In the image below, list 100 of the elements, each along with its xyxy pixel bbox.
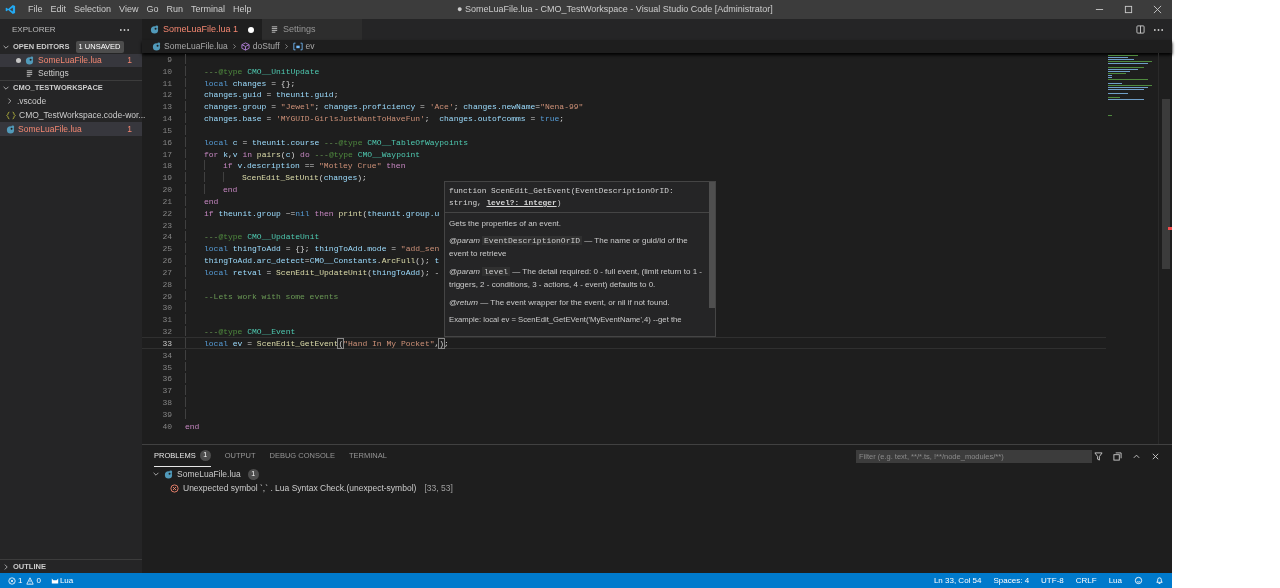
split-editor-icon xyxy=(1136,25,1145,34)
braces-icon xyxy=(6,110,16,120)
code-line: ScenEdit_SetUnit(changes); xyxy=(242,172,367,183)
line-number: 30 xyxy=(161,302,172,313)
param-doc: @param EventDescriptionOrID — The name or guid/id of the event to retrieve xyxy=(448,235,689,260)
line-number: 36 xyxy=(161,373,172,384)
menu-item[interactable]: Run xyxy=(162,2,187,17)
breadcrumb-item[interactable]: SomeLuaFile.lua xyxy=(164,40,228,53)
param-doc: @param level — The detail required: 0 - full event, (limit return to 1 - triggers, 2 - conditions, 3 - actions, 4 - event) defaults to 0. xyxy=(448,266,703,291)
line-number: 40 xyxy=(161,420,172,431)
problem-count: 1 xyxy=(127,54,132,67)
line-number: 11 xyxy=(161,77,172,88)
scrollbar-thumb[interactable] xyxy=(709,182,715,308)
menu-item[interactable]: Terminal xyxy=(186,2,229,17)
status-item[interactable]: Ln 33, Col 54 xyxy=(933,574,982,587)
problem-count: 1 xyxy=(127,122,132,136)
code-line: changes.group = "Jewel"; changes.proficiency = 'Ace'; changes.newName="Nena-99" xyxy=(204,101,584,112)
status-item[interactable]: Spaces: 4 xyxy=(993,574,1030,587)
feedback-button[interactable] xyxy=(1134,576,1143,585)
moon-icon xyxy=(150,25,159,34)
menu-item[interactable]: File xyxy=(24,2,47,17)
filter-icon xyxy=(1094,451,1103,461)
line-number: 33 xyxy=(161,337,172,348)
collapse-all-button[interactable] xyxy=(1113,451,1122,461)
line-number: 23 xyxy=(161,219,172,230)
line-number: 32 xyxy=(161,326,172,336)
menu-item[interactable]: Go xyxy=(142,2,163,17)
line-number: 26 xyxy=(161,255,172,265)
line-number: 13 xyxy=(161,101,172,112)
code-line: ---@type CMO__Event xyxy=(204,326,296,336)
menu-item[interactable]: Help xyxy=(228,2,256,17)
file-tree-item[interactable]: .vscode xyxy=(0,94,142,108)
editor-tab[interactable]: Settings xyxy=(262,19,363,40)
bell-icon xyxy=(1155,576,1164,585)
language-server-status[interactable]: Lua xyxy=(59,574,74,587)
code-line: if theunit.group ~=nil then print(theunit.group.u xyxy=(204,207,440,218)
smiley-icon xyxy=(1134,576,1143,585)
menu-item[interactable]: View xyxy=(115,2,143,17)
line-number: 20 xyxy=(161,184,172,194)
code-line: local c = theunit.course ---@type CMO__TableOfWaypoints xyxy=(204,136,469,147)
line-number: 19 xyxy=(161,172,172,183)
line-number: 34 xyxy=(161,349,172,360)
error-marker xyxy=(1168,227,1172,230)
line-number: 24 xyxy=(161,231,172,242)
editor-tab[interactable]: SomeLuaFile.lua 1 xyxy=(142,19,263,40)
open-editor-item[interactable]: Settings xyxy=(0,67,142,80)
breadcrumb-item[interactable]: doStuff xyxy=(252,40,280,53)
line-number: 38 xyxy=(161,397,172,407)
notifications-button[interactable] xyxy=(1155,576,1164,585)
moon-icon xyxy=(164,469,173,479)
filter-button[interactable] xyxy=(1094,451,1103,461)
line-number: 18 xyxy=(161,160,172,171)
close-icon xyxy=(1151,451,1160,461)
warning-count[interactable]: 0 xyxy=(36,574,41,587)
code-line: --Lets work with some events xyxy=(204,290,339,301)
maximize-icon xyxy=(1124,5,1133,14)
moon-icon xyxy=(25,56,34,65)
chevron-right-icon xyxy=(6,97,14,105)
close-button[interactable] xyxy=(1151,451,1160,461)
line-number: 27 xyxy=(161,266,172,277)
line-number: 25 xyxy=(161,243,172,254)
more-actions-button[interactable] xyxy=(1153,27,1164,32)
error-count[interactable]: 1 xyxy=(18,574,23,587)
line-number: 35 xyxy=(161,361,172,372)
file-tree-item[interactable]: SomeLuaFile.lua 1 xyxy=(0,122,142,136)
line-number: 29 xyxy=(161,290,172,301)
menu-item[interactable]: Selection xyxy=(70,2,116,17)
collapse-all-icon xyxy=(1113,451,1122,461)
problem-item[interactable]: Unexpected symbol `,` . Lua Syntax Check.(unexpect-symbol) [33, 53] xyxy=(142,481,1172,495)
line-number: 28 xyxy=(161,278,172,289)
split-editor-button[interactable] xyxy=(1136,25,1145,34)
status-item[interactable]: Lua xyxy=(1108,574,1122,587)
code-line: changes.base = 'MYGUID-GirlsJustWantToHaveFun'; changes.outofcomms = true; xyxy=(204,113,565,123)
sidebar-title: EXPLORER xyxy=(12,23,56,36)
breadcrumb-item[interactable]: ev xyxy=(305,40,315,53)
ellipsis-icon xyxy=(119,27,130,32)
chevron-right-icon xyxy=(282,43,290,50)
chevron-right-icon xyxy=(230,43,238,50)
param-doc: @return — The event wrapper for the event, or nil if not found. xyxy=(448,297,671,309)
ellipsis-icon xyxy=(1153,27,1164,32)
code-line: end xyxy=(223,184,238,194)
window-title: ● SomeLuaFile.lua - CMO_TestWorkspace - Visual Studio Code [Administrator] xyxy=(457,2,773,16)
settings-icon xyxy=(270,25,280,34)
code-line: ---@type CMO__UpdateUnit xyxy=(204,231,320,242)
status-item[interactable]: UTF-8 xyxy=(1041,574,1064,587)
scrollbar-thumb[interactable] xyxy=(1162,99,1170,269)
line-number: 9 xyxy=(166,54,172,64)
status-item[interactable]: CRLF xyxy=(1075,574,1097,587)
error-icon xyxy=(8,576,16,585)
code-line: ---@type CMO__UnitUpdate xyxy=(204,65,320,76)
open-editor-item[interactable]: SomeLuaFile.lua 1 xyxy=(0,54,142,67)
code-line: local changes = {}; xyxy=(204,77,296,88)
variable-icon xyxy=(292,42,303,51)
code-line: thingToAdd.arc_detect=CMO__Constants.ArcFull(); t xyxy=(204,255,440,265)
moon-icon xyxy=(6,124,15,134)
code-line: end xyxy=(185,420,200,431)
menu-item[interactable]: Edit xyxy=(46,2,71,17)
description-text: Gets the properties of an event. xyxy=(448,218,563,229)
editor-logo-icon xyxy=(5,4,16,15)
more-actions-button[interactable] xyxy=(119,27,130,32)
